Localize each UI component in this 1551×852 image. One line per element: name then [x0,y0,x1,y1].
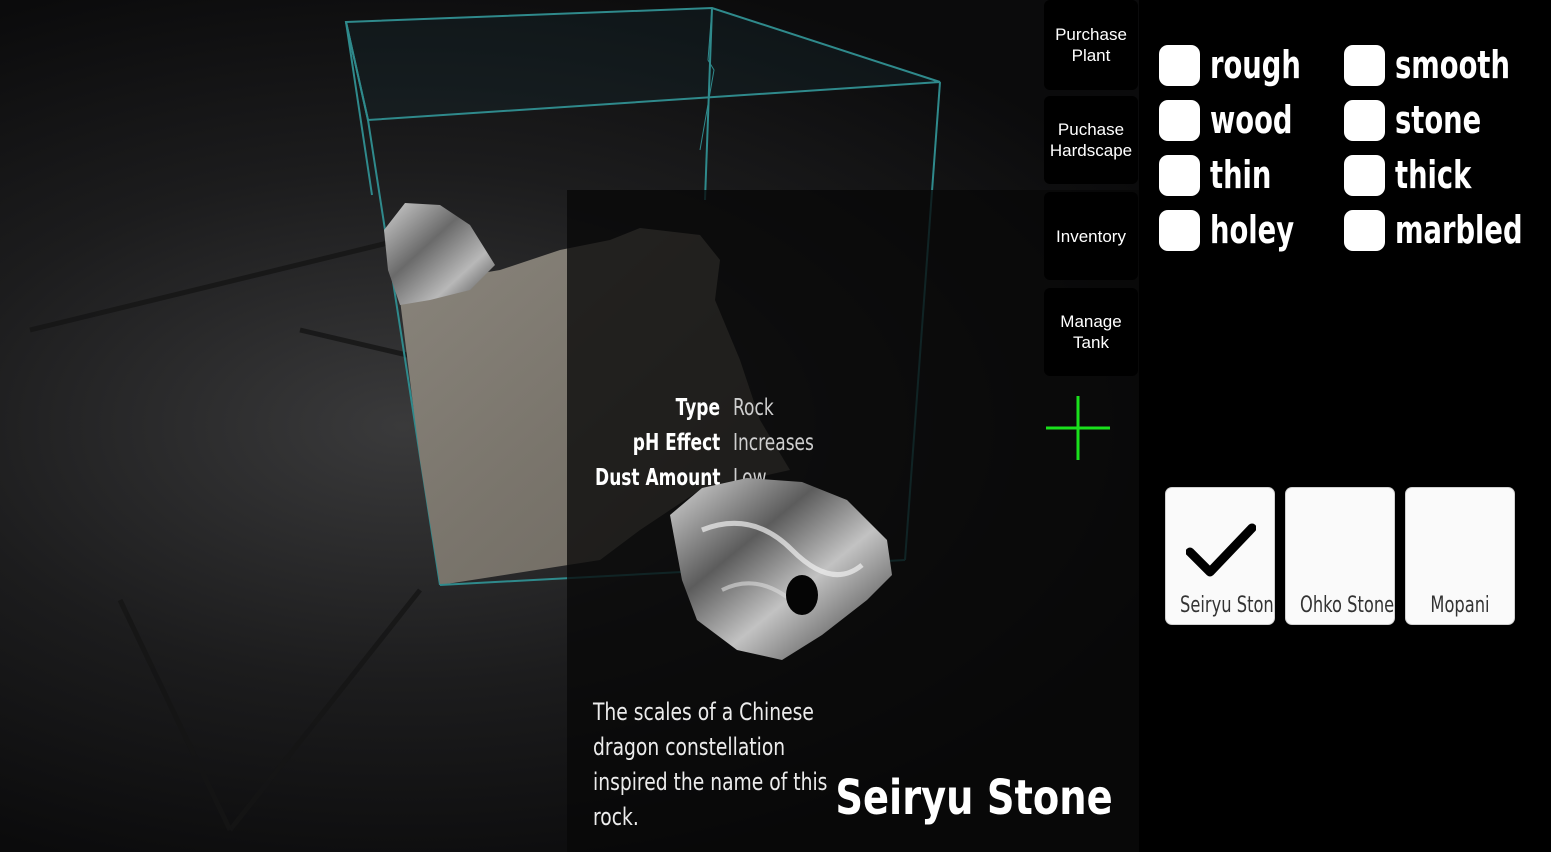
description-line: rock. [593,803,639,831]
item-card-label: Seiryu Stone [1180,593,1274,618]
checkbox[interactable] [1159,99,1200,141]
filter-marbled[interactable]: marbled [1344,207,1551,253]
item-title: Seiryu Stone [835,770,1113,826]
rock-preview [670,478,892,660]
manage-tank-button[interactable]: Manage Tank [1044,288,1138,376]
info-label: Type [675,395,720,421]
filter-label: rough [1210,43,1301,87]
filter-label: holey [1210,208,1295,252]
item-card-label: Mopani [1430,593,1490,618]
item-card-mopani[interactable]: Mopani [1406,488,1514,624]
filter-wood[interactable]: wood [1159,97,1325,143]
description-line: inspired the name of this [593,768,828,796]
purchase-hardscape-button[interactable]: Puchase Hardscape [1044,96,1138,184]
crosshair-icon [1046,396,1110,460]
checkbox[interactable] [1344,154,1385,196]
purchase-plant-button[interactable]: Purchase Plant [1044,0,1138,90]
info-value: Rock [733,395,774,421]
info-row-ph: pH Effect Increases [567,430,867,460]
filter-label: thin [1210,153,1272,197]
checkbox[interactable] [1159,209,1200,251]
item-card-seiryu-stone[interactable]: Seiryu Stone [1166,488,1274,624]
filter-label: marbled [1395,208,1523,252]
filter-label: thick [1395,153,1472,197]
description-line: The scales of a Chinese [593,698,814,726]
filter-holey[interactable]: holey [1159,207,1327,253]
filter-smooth[interactable]: smooth [1344,42,1551,88]
info-row-type: Type Rock [567,395,867,425]
filter-thin[interactable]: thin [1159,152,1295,198]
checkbox[interactable] [1344,44,1385,86]
info-value: Increases [733,430,814,456]
item-card-ohko-stone[interactable]: Ohko Stone [1286,488,1394,624]
inventory-button[interactable]: Inventory [1044,192,1138,280]
item-card-label: Ohko Stone [1300,593,1394,618]
checkbox[interactable] [1344,209,1385,251]
filter-stone[interactable]: stone [1344,97,1515,143]
checkmark-icon [1186,523,1256,577]
info-label: pH Effect [632,430,720,456]
description-line: dragon constellation [593,733,786,761]
filter-label: smooth [1395,43,1510,87]
filter-label: wood [1210,98,1293,142]
checkbox[interactable] [1159,154,1200,196]
filter-thick[interactable]: thick [1344,152,1501,198]
filter-rough[interactable]: rough [1159,42,1336,88]
filter-label: stone [1395,98,1482,142]
checkbox[interactable] [1344,99,1385,141]
checkbox[interactable] [1159,44,1200,86]
